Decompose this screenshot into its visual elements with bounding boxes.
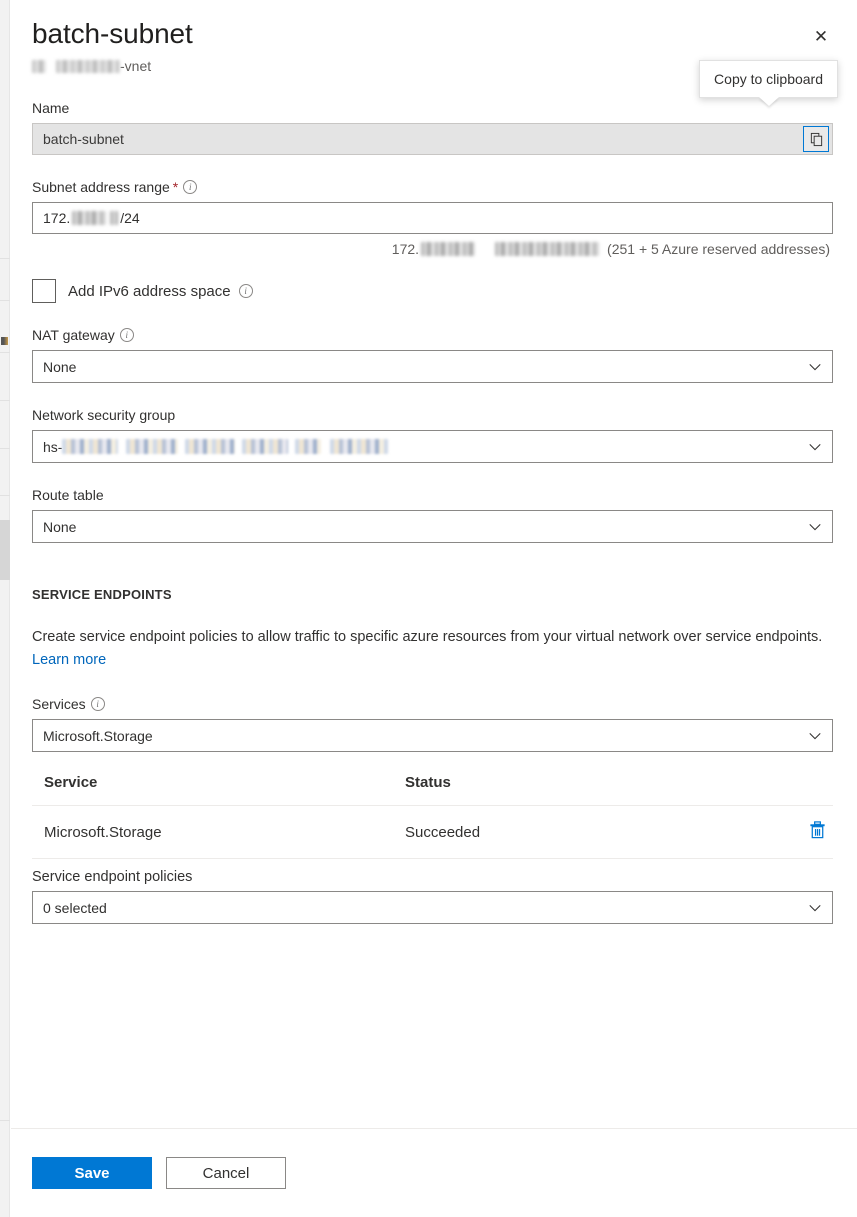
table-header-row: Service Status (32, 774, 833, 806)
subnet-edit-panel: batch-subnet -vnet ✕ Name Copy to clipbo… (11, 0, 857, 1217)
service-endpoints-description: Create service endpoint policies to allo… (32, 626, 832, 672)
service-endpoints-table: Service Status Microsoft.Storage Succeed… (32, 774, 833, 859)
helper-prefix: 172. (392, 241, 419, 257)
nsg-value-prefix: hs- (43, 439, 62, 455)
route-table-select[interactable]: None (32, 510, 833, 543)
copy-tooltip: Copy to clipboard (699, 60, 838, 98)
redacted-text-block (495, 242, 599, 256)
address-suffix: /24 (120, 210, 139, 226)
close-icon[interactable]: ✕ (805, 20, 837, 52)
subnet-address-range-label: Subnet address range * i (32, 177, 833, 197)
redacted-text-block (421, 242, 475, 256)
field-route-table: Route table None (32, 485, 833, 543)
route-table-value: None (43, 519, 76, 535)
address-prefix: 172. (43, 210, 70, 226)
cell-service: Microsoft.Storage (32, 806, 393, 859)
services-label: Services i (32, 694, 833, 714)
nat-gateway-label: NAT gateway i (32, 325, 833, 345)
address-range-helper-text: 172. (251 + 5 Azure reserved addresses) (32, 241, 833, 257)
add-ipv6-address-space-row[interactable]: Add IPv6 address space i (32, 279, 833, 303)
subnet-address-range-input[interactable]: 172. /24 (32, 202, 833, 234)
nat-gateway-value: None (43, 359, 76, 375)
redacted-text-block (126, 439, 178, 454)
chevron-down-icon (808, 440, 822, 454)
vnet-suffix: -vnet (120, 58, 151, 74)
services-select[interactable]: Microsoft.Storage (32, 719, 833, 752)
name-label: Name (32, 98, 833, 118)
info-icon[interactable]: i (120, 328, 134, 342)
redacted-text-block (72, 211, 106, 225)
redacted-text-block (295, 439, 321, 454)
info-icon[interactable]: i (239, 284, 253, 298)
cell-status: Succeeded (393, 806, 773, 859)
redacted-text-block (242, 439, 288, 454)
field-subnet-address-range: Subnet address range * i 172. /24 172. (… (32, 177, 833, 257)
redacted-text-block (56, 60, 120, 73)
delete-icon[interactable] (808, 820, 827, 840)
redacted-text-block (185, 439, 235, 454)
copy-to-clipboard-icon[interactable] (803, 126, 829, 152)
page-title: batch-subnet (32, 16, 833, 52)
nat-gateway-select[interactable]: None (32, 350, 833, 383)
required-asterisk: * (173, 177, 178, 197)
table-row: Microsoft.Storage Succeeded (32, 806, 833, 859)
network-security-group-select[interactable]: hs- (32, 430, 833, 463)
helper-suffix: (251 + 5 Azure reserved addresses) (607, 241, 830, 257)
service-endpoints-section-title: SERVICE ENDPOINTS (32, 587, 833, 602)
field-services: Services i Microsoft.Storage (32, 694, 833, 752)
column-header-actions (773, 774, 833, 806)
info-icon[interactable]: i (91, 697, 105, 711)
redacted-text-block (110, 211, 118, 225)
field-nat-gateway: NAT gateway i None (32, 325, 833, 383)
network-security-group-label: Network security group (32, 405, 833, 425)
info-icon[interactable]: i (183, 180, 197, 194)
add-ipv6-checkbox[interactable] (32, 279, 56, 303)
redacted-text-block (62, 439, 118, 454)
service-endpoint-policies-label: Service endpoint policies (32, 869, 833, 885)
route-table-label: Route table (32, 485, 833, 505)
field-network-security-group: Network security group hs- (32, 405, 833, 463)
field-name: Name Copy to clipboard (32, 98, 833, 155)
subnet-form: Name Copy to clipboard Subnet address ra… (11, 98, 857, 924)
column-header-service: Service (32, 774, 393, 806)
service-endpoint-policies-value: 0 selected (43, 900, 107, 916)
service-endpoint-policies-select[interactable]: 0 selected (32, 891, 833, 924)
chevron-down-icon (808, 729, 822, 743)
redacted-text-block (330, 439, 388, 454)
services-value: Microsoft.Storage (43, 728, 153, 744)
add-ipv6-label: Add IPv6 address space i (68, 283, 253, 300)
cancel-button[interactable]: Cancel (166, 1157, 286, 1189)
panel-footer: Save Cancel (11, 1128, 857, 1217)
redacted-text-block (32, 60, 46, 73)
save-button[interactable]: Save (32, 1157, 152, 1189)
underlying-blade-sliver (0, 0, 10, 1217)
learn-more-link[interactable]: Learn more (32, 652, 106, 668)
column-header-status: Status (393, 774, 773, 806)
chevron-down-icon (808, 901, 822, 915)
name-input[interactable] (32, 123, 833, 155)
chevron-down-icon (808, 360, 822, 374)
chevron-down-icon (808, 520, 822, 534)
